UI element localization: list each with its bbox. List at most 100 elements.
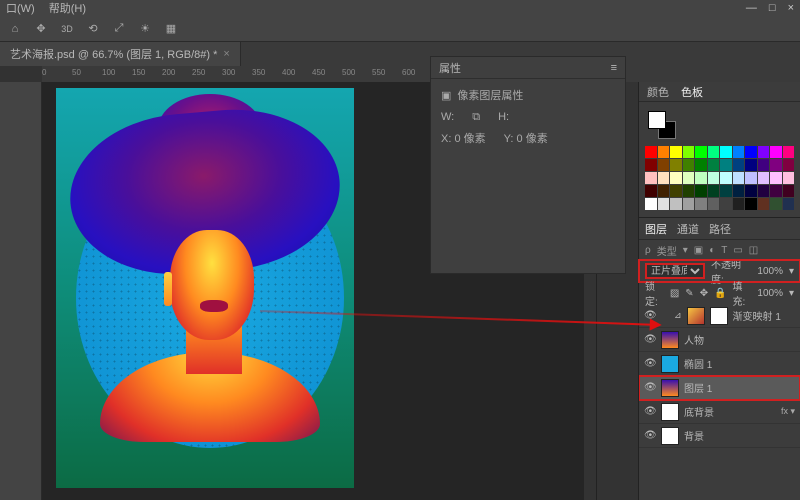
swatch[interactable] bbox=[658, 159, 670, 171]
swatch[interactable] bbox=[708, 185, 720, 197]
filter-pixel-icon[interactable]: ▣ bbox=[694, 245, 703, 256]
swatch[interactable] bbox=[770, 198, 782, 210]
layer-row[interactable]: 👁图层 1 bbox=[639, 376, 800, 400]
grid-icon[interactable]: ▦ bbox=[162, 20, 180, 38]
swatch[interactable] bbox=[770, 159, 782, 171]
swatch[interactable] bbox=[670, 198, 682, 210]
swatch[interactable] bbox=[733, 159, 745, 171]
swatch[interactable] bbox=[670, 172, 682, 184]
swatch[interactable] bbox=[708, 146, 720, 158]
swatch[interactable] bbox=[695, 198, 707, 210]
swatch[interactable] bbox=[733, 172, 745, 184]
visibility-icon[interactable]: 👁 bbox=[644, 382, 656, 394]
layer-row[interactable]: 👁底背景fx ▾ bbox=[639, 400, 800, 424]
swatch[interactable] bbox=[645, 198, 657, 210]
lock-all-icon[interactable]: 🔒 bbox=[714, 288, 726, 299]
swatch[interactable] bbox=[783, 146, 795, 158]
swatch[interactable] bbox=[733, 198, 745, 210]
swatch[interactable] bbox=[645, 172, 657, 184]
lock-trans-icon[interactable]: ▨ bbox=[670, 288, 679, 299]
swatch[interactable] bbox=[683, 185, 695, 197]
filter-text-icon[interactable]: T bbox=[721, 245, 727, 256]
swatch[interactable] bbox=[708, 172, 720, 184]
tab-color[interactable]: 颜色 bbox=[647, 84, 669, 100]
layer-row[interactable]: 👁人物 bbox=[639, 328, 800, 352]
window-close-icon[interactable]: × bbox=[788, 2, 794, 14]
swatch[interactable] bbox=[758, 159, 770, 171]
swatch[interactable] bbox=[720, 198, 732, 210]
fx-badge[interactable]: fx ▾ bbox=[781, 406, 795, 417]
rotate-icon[interactable]: ⟲ bbox=[84, 20, 102, 38]
fg-bg-colors[interactable] bbox=[648, 111, 676, 139]
swatch[interactable] bbox=[783, 198, 795, 210]
swatch[interactable] bbox=[708, 198, 720, 210]
menu-window[interactable]: 口(W) bbox=[6, 0, 35, 16]
panel-menu-icon[interactable]: ≡ bbox=[611, 62, 617, 74]
swatch[interactable] bbox=[758, 185, 770, 197]
swatch[interactable] bbox=[645, 146, 657, 158]
window-max-icon[interactable]: □ bbox=[769, 2, 776, 14]
opacity-value[interactable]: 100% bbox=[757, 266, 783, 277]
swatch[interactable] bbox=[683, 198, 695, 210]
swatch[interactable] bbox=[683, 172, 695, 184]
swatch[interactable] bbox=[783, 185, 795, 197]
fill-value[interactable]: 100% bbox=[757, 288, 783, 299]
3d-mode-icon[interactable]: 3D bbox=[58, 20, 76, 38]
lock-pixel-icon[interactable]: ✎ bbox=[685, 288, 693, 299]
swatch[interactable] bbox=[733, 185, 745, 197]
swatch[interactable] bbox=[670, 185, 682, 197]
filter-smart-icon[interactable]: ◫ bbox=[749, 245, 758, 256]
swatch[interactable] bbox=[745, 146, 757, 158]
filter-shape-icon[interactable]: ▭ bbox=[733, 245, 742, 256]
swatch[interactable] bbox=[758, 198, 770, 210]
light-icon[interactable]: ☀ bbox=[136, 20, 154, 38]
window-min-icon[interactable]: — bbox=[746, 2, 757, 14]
swatch[interactable] bbox=[695, 172, 707, 184]
swatch[interactable] bbox=[720, 172, 732, 184]
scale-icon[interactable]: ⤢ bbox=[110, 20, 128, 38]
layer-row[interactable]: 👁⊿渐变映射 1 bbox=[639, 304, 800, 328]
swatch[interactable] bbox=[733, 146, 745, 158]
swatch[interactable] bbox=[720, 159, 732, 171]
swatch[interactable] bbox=[645, 159, 657, 171]
layer-row[interactable]: 👁椭圆 1 bbox=[639, 352, 800, 376]
swatch[interactable] bbox=[658, 146, 670, 158]
swatch[interactable] bbox=[670, 146, 682, 158]
filter-type-dropdown[interactable]: 类型 bbox=[657, 243, 677, 258]
swatch[interactable] bbox=[658, 198, 670, 210]
swatch[interactable] bbox=[770, 146, 782, 158]
swatch[interactable] bbox=[658, 172, 670, 184]
lock-pos-icon[interactable]: ✥ bbox=[700, 288, 708, 299]
move-icon[interactable]: ✥ bbox=[32, 20, 50, 38]
swatch[interactable] bbox=[783, 172, 795, 184]
swatch[interactable] bbox=[758, 146, 770, 158]
home-icon[interactable]: ⌂ bbox=[6, 20, 24, 38]
visibility-icon[interactable]: 👁 bbox=[644, 430, 656, 442]
filter-adjust-icon[interactable]: ◐ bbox=[709, 245, 715, 256]
swatch[interactable] bbox=[658, 185, 670, 197]
document-tab[interactable]: 艺术海报.psd @ 66.7% (图层 1, RGB/8#) * × bbox=[0, 42, 241, 66]
swatch[interactable] bbox=[695, 146, 707, 158]
tab-layers[interactable]: 图层 bbox=[645, 221, 667, 237]
swatch[interactable] bbox=[695, 159, 707, 171]
swatch[interactable] bbox=[645, 185, 657, 197]
menu-help[interactable]: 帮助(H) bbox=[49, 0, 86, 16]
swatch[interactable] bbox=[670, 159, 682, 171]
swatch[interactable] bbox=[745, 185, 757, 197]
tab-paths[interactable]: 路径 bbox=[709, 221, 731, 237]
link-wh-icon[interactable]: ⧉ bbox=[472, 111, 480, 124]
layer-row[interactable]: 👁背景 bbox=[639, 424, 800, 448]
visibility-icon[interactable]: 👁 bbox=[644, 334, 656, 346]
swatch[interactable] bbox=[720, 185, 732, 197]
swatch[interactable] bbox=[683, 146, 695, 158]
swatch[interactable] bbox=[745, 159, 757, 171]
swatch[interactable] bbox=[708, 159, 720, 171]
tab-swatches[interactable]: 色板 bbox=[681, 84, 703, 100]
swatch[interactable] bbox=[745, 198, 757, 210]
blend-mode-dropdown[interactable]: 正片叠底 bbox=[645, 263, 705, 279]
swatch[interactable] bbox=[758, 172, 770, 184]
swatch[interactable] bbox=[720, 146, 732, 158]
swatch[interactable] bbox=[770, 172, 782, 184]
tab-close-icon[interactable]: × bbox=[223, 48, 229, 60]
tab-channels[interactable]: 通道 bbox=[677, 221, 699, 237]
